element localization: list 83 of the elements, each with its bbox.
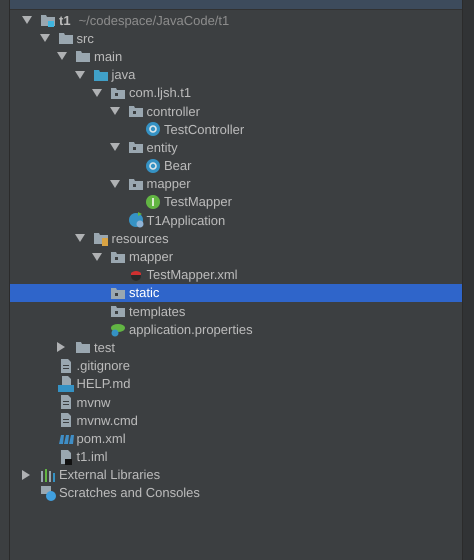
tree-item[interactable]: .gitignore [10, 356, 462, 375]
item-label: TestController [164, 122, 244, 137]
scratches-icon [40, 484, 56, 501]
tree-item[interactable]: TestMapper.xml [10, 266, 462, 284]
item-label: pom.xml [76, 430, 126, 446]
tree-item[interactable]: pom.xml [10, 429, 462, 448]
folder-icon [75, 339, 91, 356]
item-label: mvnw.cmd [76, 412, 138, 428]
package-folder-icon [110, 303, 126, 320]
item-label: com.ljsh.t1 [129, 85, 192, 100]
expand-arrow-icon[interactable] [92, 88, 102, 97]
folder-icon [75, 48, 91, 64]
markdown-file-icon [58, 376, 74, 392]
tree-item[interactable]: mvnw.cmd [10, 411, 462, 430]
item-label: t1 [59, 12, 71, 28]
resources-folder-icon [92, 230, 108, 246]
tree-item[interactable]: mvnw [10, 392, 462, 412]
tree-item[interactable]: main [10, 47, 462, 66]
item-label: T1Application [146, 212, 226, 228]
item-label: HELP.md [76, 376, 130, 392]
tree-item[interactable]: mapper [10, 174, 462, 193]
project-folder-icon [40, 12, 56, 28]
expand-arrow-icon[interactable] [74, 70, 84, 79]
expand-arrow-icon[interactable] [74, 234, 84, 242]
item-label: External Libraries [59, 467, 160, 482]
tree-item[interactable]: Scratches and Consoles [10, 484, 462, 502]
expand-arrow-icon[interactable] [92, 252, 102, 261]
tree-item[interactable]: test [10, 338, 462, 357]
item-label: Scratches and Consoles [59, 485, 200, 500]
properties-file-icon [110, 321, 126, 338]
tree-item[interactable]: T1Application [10, 211, 462, 230]
tree-item[interactable]: static [10, 284, 462, 302]
tree-item[interactable]: application.properties [10, 320, 462, 338]
project-path: ~/codespace/JavaCode/t1 [78, 12, 230, 28]
tree-item[interactable]: HELP.md [10, 374, 462, 393]
item-label: main [94, 48, 122, 64]
libraries-icon [40, 466, 56, 483]
tree-item[interactable]: t1 ~/codespace/JavaCode/t1 [10, 11, 462, 30]
class-icon [145, 121, 161, 138]
tree-item[interactable]: Bear [10, 156, 462, 175]
package-folder-icon [128, 139, 144, 156]
folder-icon [58, 30, 74, 46]
expand-arrow-icon[interactable] [22, 16, 32, 24]
item-label: entity [146, 140, 178, 155]
tree-item[interactable]: entity [10, 138, 462, 156]
tree-item[interactable]: java [10, 66, 462, 84]
item-label: src [76, 30, 94, 46]
item-label: TestMapper.xml [146, 267, 238, 282]
tree-item[interactable]: com.ljsh.t1 [10, 84, 462, 102]
tree-item[interactable]: src [10, 29, 462, 48]
item-label: java [112, 67, 136, 82]
expand-arrow-icon[interactable] [110, 180, 120, 188]
expand-arrow-icon[interactable] [40, 34, 50, 42]
tree-item[interactable]: resources [10, 229, 462, 248]
item-label: mapper [146, 176, 191, 192]
tree-item[interactable]: TestController [10, 120, 462, 138]
item-label: t1.iml [76, 449, 108, 464]
collapse-arrow-icon[interactable] [57, 342, 65, 352]
tree-item[interactable]: templates [10, 302, 462, 320]
item-label: controller [146, 104, 200, 119]
item-label: mvnw [76, 394, 110, 410]
expand-arrow-icon[interactable] [110, 143, 120, 152]
item-label: resources [112, 230, 169, 246]
item-label: TestMapper [164, 194, 232, 210]
item-label: application.properties [129, 322, 253, 337]
tree-item[interactable]: mapper [10, 247, 462, 266]
package-folder-icon [128, 103, 144, 120]
tree-item[interactable]: controller [10, 102, 462, 120]
tree-item[interactable]: TestMapper [10, 192, 462, 212]
tree-item[interactable]: External Libraries [10, 466, 462, 484]
expand-arrow-icon[interactable] [57, 52, 67, 60]
tree-item[interactable]: t1.iml [10, 448, 462, 466]
item-label: .gitignore [76, 358, 130, 374]
item-label: mapper [129, 249, 174, 264]
class-icon [145, 158, 161, 174]
item-label: test [94, 340, 115, 355]
item-label: Bear [164, 158, 192, 174]
application-class-icon [128, 212, 144, 228]
expand-arrow-icon[interactable] [110, 107, 120, 116]
item-label: static [129, 285, 160, 300]
collapse-arrow-icon[interactable] [22, 470, 30, 480]
interface-icon [145, 194, 161, 210]
item-label: templates [129, 304, 186, 319]
